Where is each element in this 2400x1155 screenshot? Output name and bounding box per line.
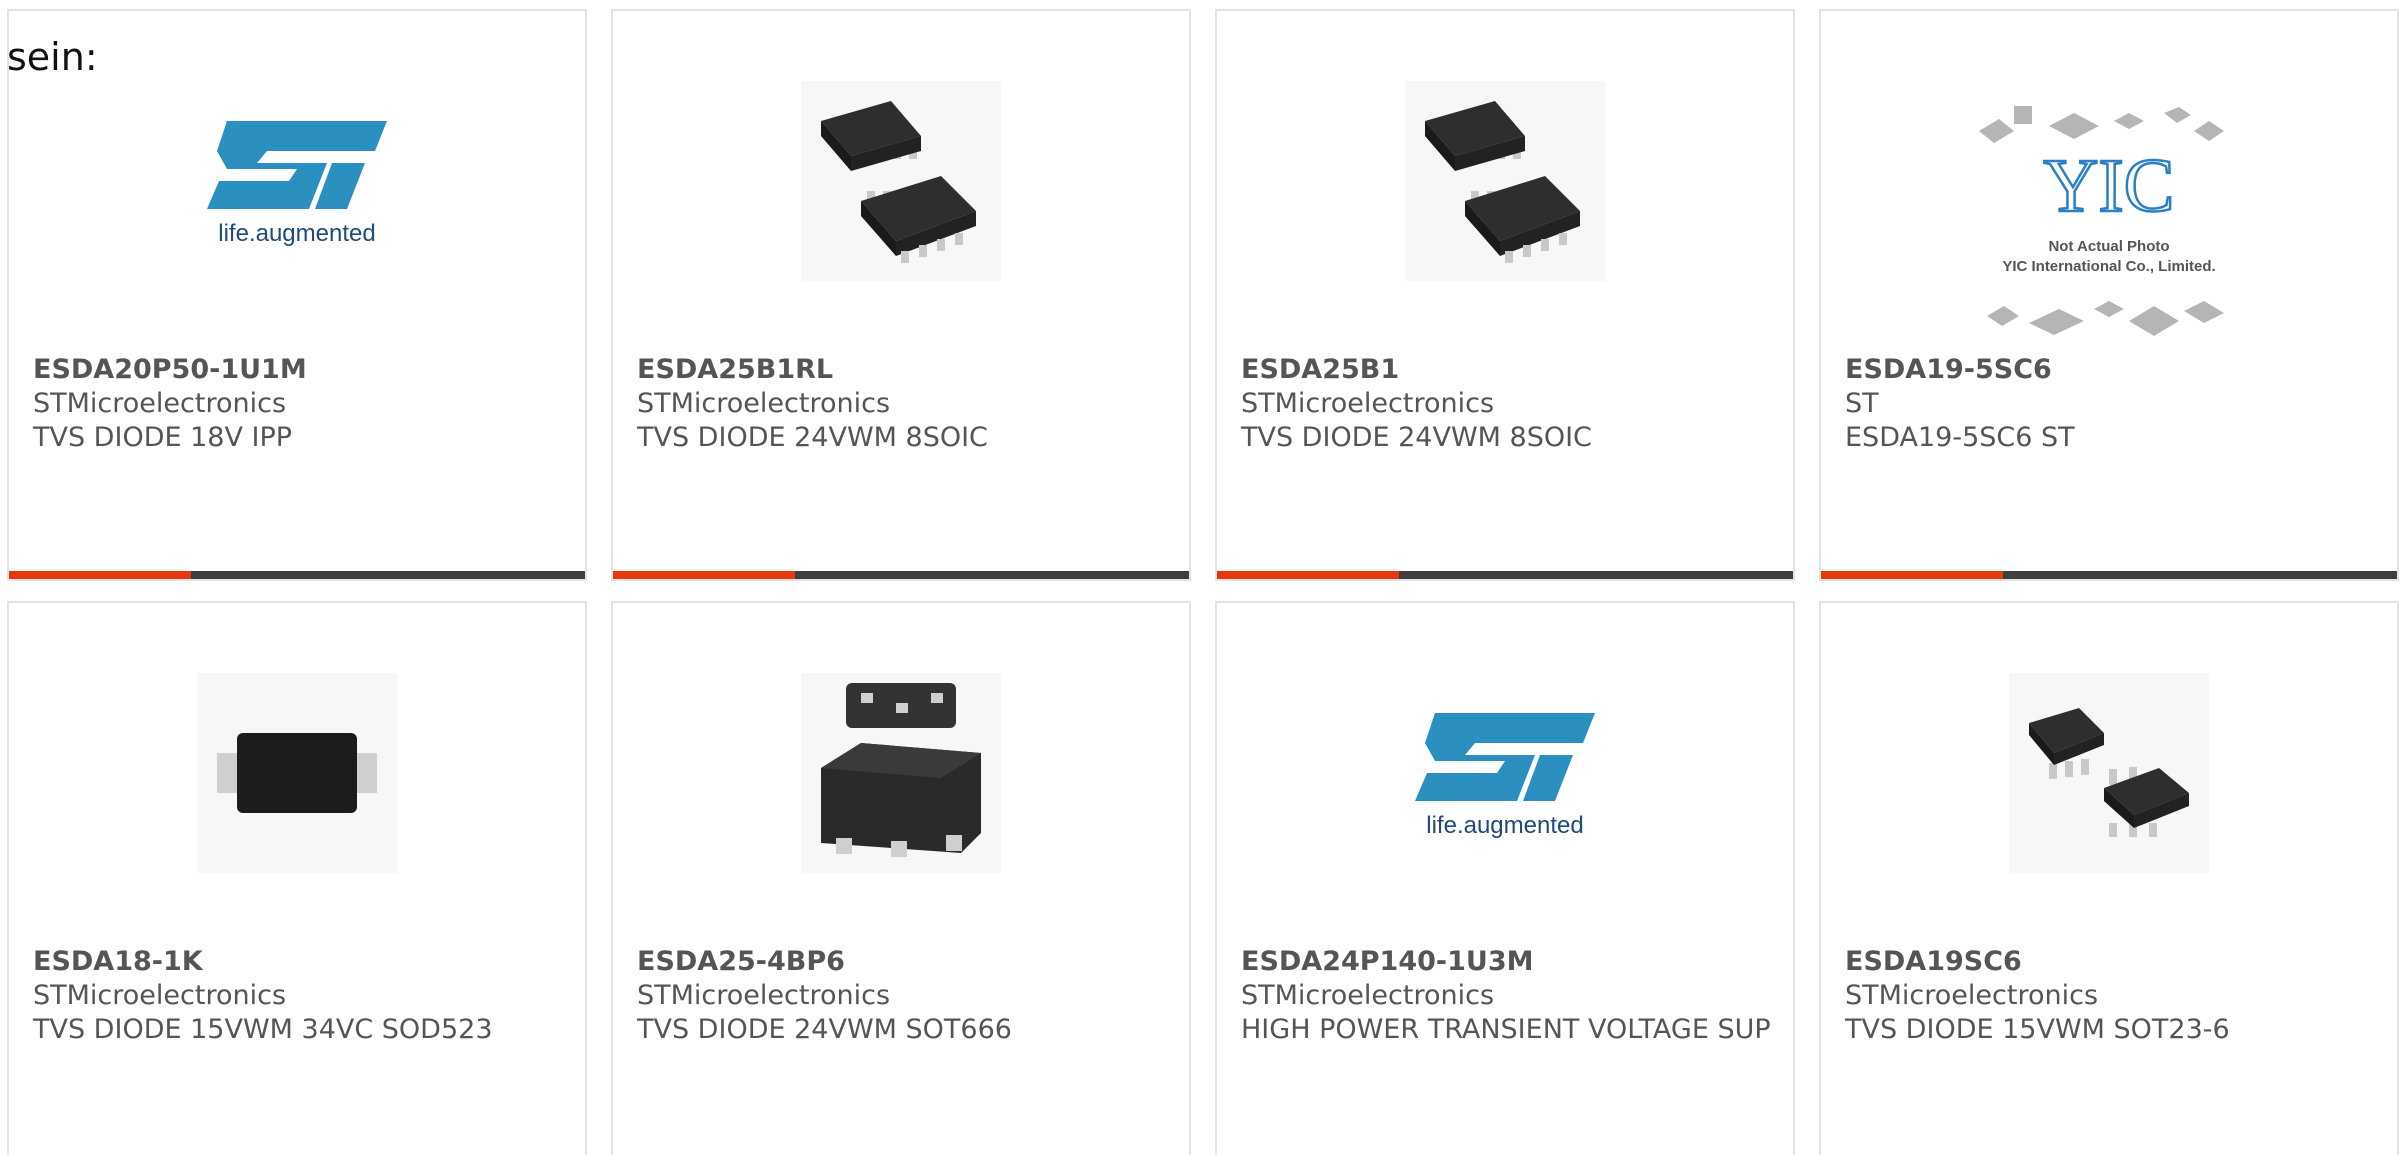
soic8-chip-image — [1405, 81, 1605, 281]
manufacturer: STMicroelectronics — [33, 980, 287, 1011]
part-number[interactable]: ESDA19SC6 — [1845, 945, 2377, 979]
manufacturer: STMicroelectronics — [1241, 980, 1495, 1011]
description: HIGH POWER TRANSIENT VOLTAGE SUP — [1241, 1014, 1771, 1045]
product-info: ESDA19SC6 STMicroelectronics TVS DIODE 1… — [1845, 945, 2377, 1047]
card-bar — [9, 571, 585, 579]
manufacturer: STMicroelectronics — [1845, 980, 2099, 1011]
part-number[interactable]: ESDA25B1RL — [637, 353, 1169, 387]
manufacturer: STMicroelectronics — [1241, 388, 1495, 419]
product-card[interactable]: ESDA25B1 STMicroelectronics TVS DIODE 24… — [1215, 9, 1795, 581]
product-info: ESDA25B1 STMicroelectronics TVS DIODE 24… — [1241, 353, 1773, 455]
svg-text:YIC International Co., Limited: YIC International Co., Limited. — [2002, 258, 2215, 275]
card-bar-accent — [1821, 571, 2003, 579]
soic8-chip-image — [801, 81, 1001, 281]
product-card[interactable]: ESDA25B1RL STMicroelectronics TVS DIODE … — [611, 9, 1191, 581]
product-grid: life.augmented ESDA20P50-1U1M STMicroele… — [7, 9, 2399, 1155]
part-number[interactable]: ESDA25-4BP6 — [637, 945, 1169, 979]
part-number[interactable]: ESDA24P140-1U3M — [1241, 945, 1773, 979]
description: TVS DIODE 15VWM 34VC SOD523 — [33, 1014, 493, 1045]
description: TVS DIODE 15VWM SOT23-6 — [1845, 1014, 2230, 1045]
description: TVS DIODE 24VWM 8SOIC — [1241, 422, 1592, 453]
manufacturer: ST — [1845, 388, 1879, 419]
product-info: ESDA25-4BP6 STMicroelectronics TVS DIODE… — [637, 945, 1169, 1047]
product-card[interactable]: life.augmented ESDA20P50-1U1M STMicroele… — [7, 9, 587, 581]
product-card[interactable]: ESDA19SC6 STMicroelectronics TVS DIODE 1… — [1819, 601, 2399, 1155]
part-number[interactable]: ESDA25B1 — [1241, 353, 1773, 387]
sot666-chip-image — [801, 673, 1001, 873]
card-bar — [1217, 571, 1793, 579]
intro-text: sein: — [7, 35, 98, 79]
svg-text:YIC: YIC — [2044, 144, 2175, 228]
st-logo-image: life.augmented — [1405, 673, 1605, 873]
card-bar — [1821, 571, 2397, 579]
manufacturer: STMicroelectronics — [637, 388, 891, 419]
product-card[interactable]: life.augmented ESDA24P140-1U3M STMicroel… — [1215, 601, 1795, 1155]
description: ESDA19-5SC6 ST — [1845, 422, 2075, 453]
sot23-chip-image — [2009, 673, 2209, 873]
product-card[interactable]: ESDA25-4BP6 STMicroelectronics TVS DIODE… — [611, 601, 1191, 1155]
product-info: ESDA19-5SC6 ST ESDA19-5SC6 ST — [1845, 353, 2377, 455]
product-info: ESDA24P140-1U3M STMicroelectronics HIGH … — [1241, 945, 1773, 1047]
card-bar — [613, 571, 1189, 579]
product-info: ESDA25B1RL STMicroelectronics TVS DIODE … — [637, 353, 1169, 455]
sod523-chip-image — [197, 673, 397, 873]
card-bar-accent — [9, 571, 191, 579]
description: TVS DIODE 18V IPP — [33, 422, 293, 453]
product-card[interactable]: ESDA18-1K STMicroelectronics TVS DIODE 1… — [7, 601, 587, 1155]
card-bar-accent — [1217, 571, 1399, 579]
part-number[interactable]: ESDA18-1K — [33, 945, 565, 979]
part-number[interactable]: ESDA20P50-1U1M — [33, 353, 565, 387]
card-bar-accent — [613, 571, 795, 579]
page: sein: life.augmented ESDA20P50-1U1M STMi… — [0, 0, 2400, 1155]
product-info: ESDA18-1K STMicroelectronics TVS DIODE 1… — [33, 945, 565, 1047]
st-logo-image: life.augmented — [197, 81, 397, 281]
description: TVS DIODE 24VWM SOT666 — [637, 1014, 1012, 1045]
product-info: ESDA20P50-1U1M STMicroelectronics TVS DI… — [33, 353, 565, 455]
svg-text:life.augmented: life.augmented — [218, 220, 375, 247]
yic-placeholder-image: YIC Not Actual Photo YIC International C… — [1969, 101, 2249, 341]
description: TVS DIODE 24VWM 8SOIC — [637, 422, 988, 453]
part-number[interactable]: ESDA19-5SC6 — [1845, 353, 2377, 387]
manufacturer: STMicroelectronics — [33, 388, 287, 419]
product-card[interactable]: YIC Not Actual Photo YIC International C… — [1819, 9, 2399, 581]
svg-text:Not Actual Photo: Not Actual Photo — [2048, 238, 2169, 255]
manufacturer: STMicroelectronics — [637, 980, 891, 1011]
svg-text:life.augmented: life.augmented — [1426, 812, 1583, 839]
